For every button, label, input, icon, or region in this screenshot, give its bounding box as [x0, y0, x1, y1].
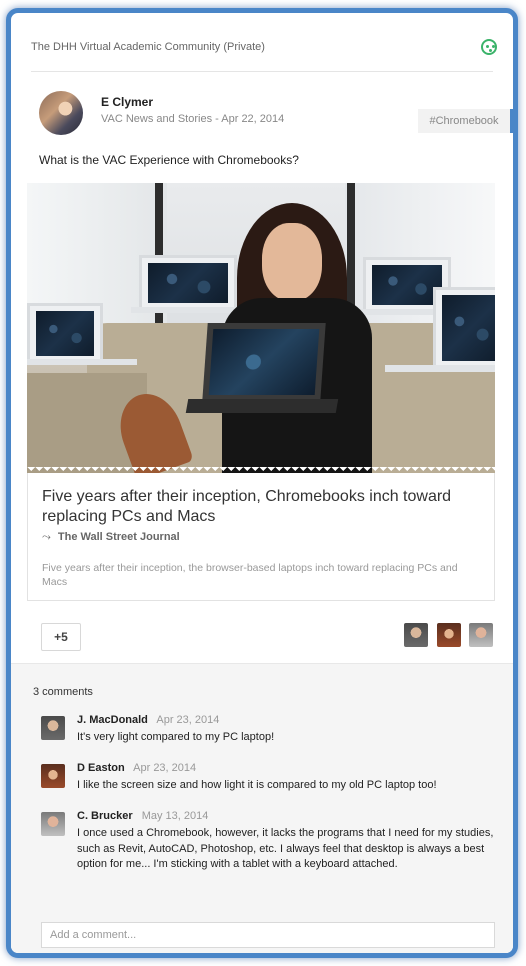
window-frame: The DHH Virtual Academic Community (Priv…	[6, 8, 518, 958]
laptop-left	[27, 303, 103, 364]
comments-count[interactable]: 3 comments	[33, 686, 93, 698]
add-comment-input[interactable]: Add a comment...	[41, 922, 495, 948]
comment-author[interactable]: D Easton	[77, 762, 125, 774]
link-title[interactable]: Five years after their inception, Chrome…	[42, 487, 484, 527]
community-face-icon[interactable]	[481, 39, 497, 55]
plus-one-button[interactable]: +5	[41, 623, 81, 651]
hashtag-chip[interactable]: #Chromebook	[418, 109, 513, 133]
laptop-back-left	[139, 255, 237, 311]
link-description: Five years after their inception, the br…	[42, 562, 458, 588]
comment-avatar[interactable]	[41, 716, 65, 740]
comment-header: J. MacDonald Apr 23, 2014	[77, 714, 219, 726]
comment-author[interactable]: J. MacDonald	[77, 714, 148, 726]
comment-text: It's very light compared to my PC laptop…	[77, 731, 275, 743]
post-category[interactable]: VAC News and Stories	[101, 113, 212, 125]
laptop-right	[433, 287, 495, 369]
comment-text: I once used a Chromebook, however, it la…	[77, 827, 494, 870]
comment-header: D Easton Apr 23, 2014	[77, 762, 196, 774]
pluser-avatar[interactable]	[436, 623, 461, 647]
community-header: The DHH Virtual Academic Community (Priv…	[31, 33, 497, 72]
comments-section: 3 comments J. MacDonald Apr 23, 2014 It'…	[11, 663, 513, 953]
author-avatar[interactable]	[39, 91, 83, 135]
link-preview-image[interactable]	[27, 183, 495, 473]
laptop-base	[385, 365, 495, 372]
comment-date: May 13, 2014	[141, 810, 209, 822]
plusers-list	[400, 623, 493, 649]
post-text: What is the VAC Experience with Chromebo…	[39, 153, 299, 167]
comment-date: Apr 23, 2014	[133, 762, 197, 774]
laptop-front-base	[185, 399, 339, 413]
pluser-avatar[interactable]	[469, 623, 493, 647]
comment-avatar[interactable]	[41, 812, 65, 836]
link-source-name[interactable]: The Wall Street Journal	[58, 531, 180, 543]
comment-avatar[interactable]	[41, 764, 65, 788]
community-name[interactable]: The DHH Virtual Academic Community (Priv…	[31, 41, 265, 53]
meta-separator: -	[215, 113, 219, 125]
author-name[interactable]: E Clymer	[101, 95, 153, 109]
link-source[interactable]: ⤳ The Wall Street Journal	[42, 531, 180, 544]
comment-author[interactable]: C. Brucker	[77, 810, 133, 822]
post-meta: VAC News and Stories - Apr 22, 2014	[101, 113, 284, 125]
pluser-avatar[interactable]	[404, 623, 429, 647]
person-face	[262, 223, 322, 301]
comment-text: I like the screen size and how light it …	[77, 779, 437, 791]
link-preview[interactable]: Five years after their inception, Chrome…	[27, 473, 495, 601]
laptop-base	[27, 359, 137, 365]
post-date[interactable]: Apr 22, 2014	[221, 113, 284, 125]
post-author-row: E Clymer VAC News and Stories - Apr 22, …	[31, 85, 513, 141]
comment-header: C. Brucker May 13, 2014	[77, 810, 208, 822]
external-link-icon: ⤳	[42, 531, 51, 543]
comment-date: Apr 23, 2014	[156, 714, 220, 726]
laptop-base	[131, 307, 241, 313]
laptop-front	[202, 323, 326, 401]
